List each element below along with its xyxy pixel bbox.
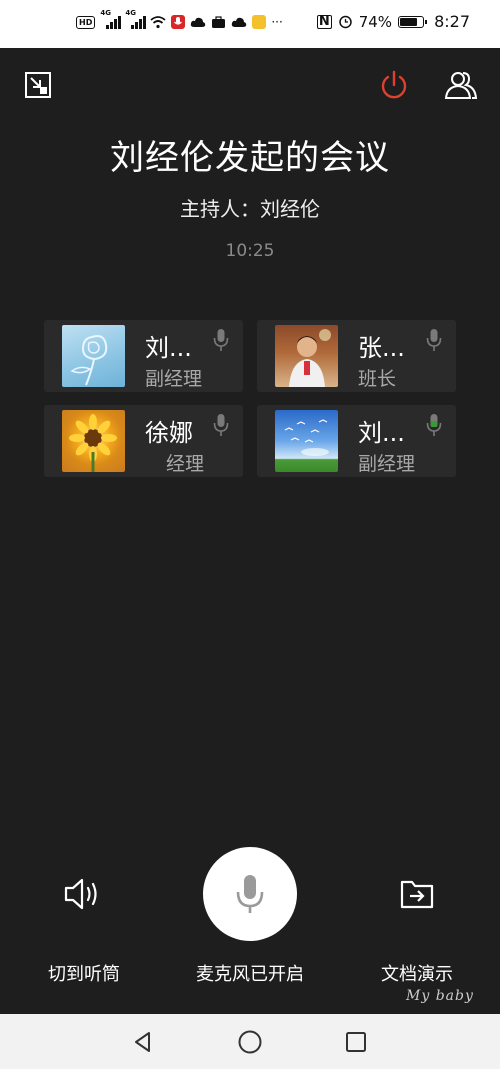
nav-back-button[interactable]: [128, 1027, 158, 1057]
participants-button[interactable]: [444, 68, 478, 102]
nfc-icon: N: [316, 13, 332, 29]
watermark-text: My baby: [406, 988, 474, 1004]
document-share-button[interactable]: [397, 874, 437, 914]
meeting-title: 刘经伦发起的会议: [110, 138, 390, 178]
message-app-icon: [252, 15, 267, 29]
mic-status-label: 麦克风已开启: [196, 964, 304, 985]
folder-share-icon: [400, 880, 434, 909]
mic-icon: [213, 414, 229, 436]
people-icon: [444, 72, 478, 99]
minimize-window-button[interactable]: [21, 68, 55, 102]
recording-mic-icon: [171, 15, 186, 29]
power-icon: [381, 70, 407, 99]
participant-name: 徐娜: [145, 419, 193, 447]
avatar: [62, 325, 125, 387]
briefcase-icon: [212, 15, 226, 28]
recents-square-icon: [346, 1032, 366, 1052]
participant-card[interactable]: 徐娜 经理: [44, 405, 243, 477]
participant-role: 班长: [358, 368, 397, 390]
nav-recents-button[interactable]: [341, 1027, 371, 1057]
participant-role: 副经理: [358, 453, 416, 475]
mic-toggle-button[interactable]: [203, 847, 297, 941]
participant-card[interactable]: 刘... 副经理: [257, 405, 456, 477]
participant-name: 张...: [358, 334, 405, 362]
status-icons-right: N 74% 8:27: [316, 12, 470, 31]
status-icons-left: HD 4G 4G ···: [76, 9, 283, 29]
nav-home-button[interactable]: [235, 1027, 265, 1057]
back-triangle-icon: [135, 1032, 150, 1052]
document-share-label: 文档演示: [381, 964, 453, 985]
meeting-screen: HD 4G 4G ··· N 74% 8:27 刘经伦发起的会议 主持人：刘经伦…: [0, 0, 500, 1069]
minimize-window-icon: [25, 72, 51, 98]
system-nav-bar: [0, 1014, 500, 1069]
participant-name: 刘...: [358, 419, 405, 447]
participant-name: 刘...: [145, 334, 192, 362]
speaker-toggle-button[interactable]: [60, 874, 106, 914]
signal-icon: 4G: [100, 9, 122, 29]
signal-icon-2: 4G: [125, 9, 147, 29]
speaker-icon: [64, 878, 97, 910]
home-circle-icon: [238, 1030, 262, 1054]
status-bar: HD 4G 4G ··· N 74% 8:27: [0, 0, 500, 48]
mic-icon: [426, 329, 442, 351]
participant-role: 副经理: [145, 368, 203, 390]
meeting-host: 主持人：刘经伦: [180, 197, 320, 221]
cloud-icon: [191, 17, 206, 27]
participant-card[interactable]: 刘... 副经理: [44, 320, 243, 392]
cloud-outline-icon: [232, 17, 247, 27]
meeting-timer: 10:25: [225, 241, 275, 261]
mic-icon: [213, 329, 229, 351]
avatar: [275, 410, 338, 472]
battery-percent: 74%: [358, 12, 393, 31]
microphone-icon: [236, 875, 264, 913]
mic-active-icon: [426, 414, 442, 436]
clock-time: 8:27: [434, 12, 470, 31]
participant-role: 经理: [166, 453, 205, 475]
end-meeting-button[interactable]: [377, 68, 411, 102]
participant-card[interactable]: 张... 班长: [257, 320, 456, 392]
speaker-toggle-label: 切到听筒: [48, 964, 120, 985]
alarm-icon: [338, 15, 352, 29]
more-notifications-icon: ···: [271, 15, 283, 29]
hd-voice-badge: HD: [76, 15, 96, 29]
wifi-icon: [150, 16, 166, 29]
avatar: [62, 410, 125, 472]
avatar: [275, 325, 338, 387]
battery-icon: [398, 15, 428, 28]
